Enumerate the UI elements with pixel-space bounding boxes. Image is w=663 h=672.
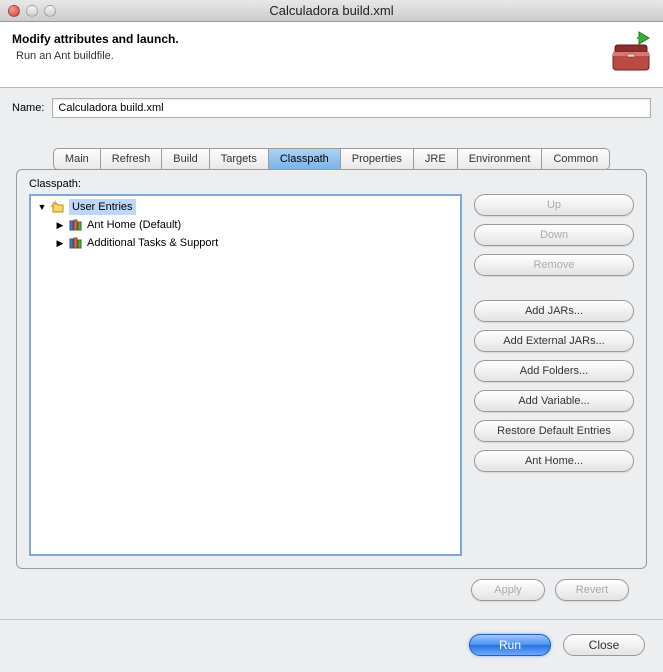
classpath-label: Classpath: — [29, 178, 634, 190]
tree-row-additional-tasks[interactable]: ▶ Additional Tasks & Support — [33, 234, 458, 252]
tab-properties[interactable]: Properties — [340, 148, 414, 170]
classpath-tree[interactable]: ▼ User Entries ▶ Ant Home (Default) ▶ — [29, 194, 462, 556]
tab-environment[interactable]: Environment — [457, 148, 543, 170]
restore-defaults-button[interactable]: Restore Default Entries — [474, 420, 634, 442]
name-row: Name: — [0, 88, 663, 128]
toolbox-icon — [609, 30, 653, 74]
user-entries-icon — [50, 200, 66, 214]
disclosure-down-icon[interactable]: ▼ — [37, 202, 47, 212]
dialog-title: Modify attributes and launch. — [12, 32, 651, 46]
add-variable-button[interactable]: Add Variable... — [474, 390, 634, 412]
tab-row: Main Refresh Build Targets Classpath Pro… — [16, 148, 647, 170]
down-button[interactable]: Down — [474, 224, 634, 246]
library-icon — [68, 218, 84, 232]
side-buttons: Up Down Remove Add JARs... Add External … — [474, 194, 634, 556]
library-icon — [68, 236, 84, 250]
up-button[interactable]: Up — [474, 194, 634, 216]
tab-jre[interactable]: JRE — [413, 148, 458, 170]
add-folders-button[interactable]: Add Folders... — [474, 360, 634, 382]
dialog-subtitle: Run an Ant buildfile. — [12, 50, 651, 62]
disclosure-right-icon[interactable]: ▶ — [55, 238, 65, 248]
apply-button[interactable]: Apply — [471, 579, 545, 601]
tab-targets[interactable]: Targets — [209, 148, 269, 170]
add-jars-button[interactable]: Add JARs... — [474, 300, 634, 322]
tree-label-additional-tasks: Additional Tasks & Support — [87, 237, 218, 249]
tab-panel: Classpath: ▼ User Entries ▶ Ant Home (De… — [16, 169, 647, 569]
name-label: Name: — [12, 102, 44, 114]
tree-label-ant-home: Ant Home (Default) — [87, 219, 181, 231]
name-input[interactable] — [52, 98, 651, 118]
remove-button[interactable]: Remove — [474, 254, 634, 276]
tab-common[interactable]: Common — [541, 148, 610, 170]
revert-button[interactable]: Revert — [555, 579, 629, 601]
ant-home-button[interactable]: Ant Home... — [474, 450, 634, 472]
tab-classpath[interactable]: Classpath — [268, 148, 341, 170]
tab-main[interactable]: Main — [53, 148, 101, 170]
dialog-header: Modify attributes and launch. Run an Ant… — [0, 22, 663, 88]
run-button[interactable]: Run — [469, 634, 551, 656]
close-button[interactable]: Close — [563, 634, 645, 656]
tree-row-ant-home[interactable]: ▶ Ant Home (Default) — [33, 216, 458, 234]
window-title: Calculadora build.xml — [0, 3, 663, 18]
disclosure-right-icon[interactable]: ▶ — [55, 220, 65, 230]
add-external-jars-button[interactable]: Add External JARs... — [474, 330, 634, 352]
tab-refresh[interactable]: Refresh — [100, 148, 163, 170]
tree-row-user-entries[interactable]: ▼ User Entries — [33, 198, 458, 216]
tree-label-user-entries: User Entries — [72, 201, 133, 213]
window-titlebar: Calculadora build.xml — [0, 0, 663, 22]
tab-build[interactable]: Build — [161, 148, 209, 170]
